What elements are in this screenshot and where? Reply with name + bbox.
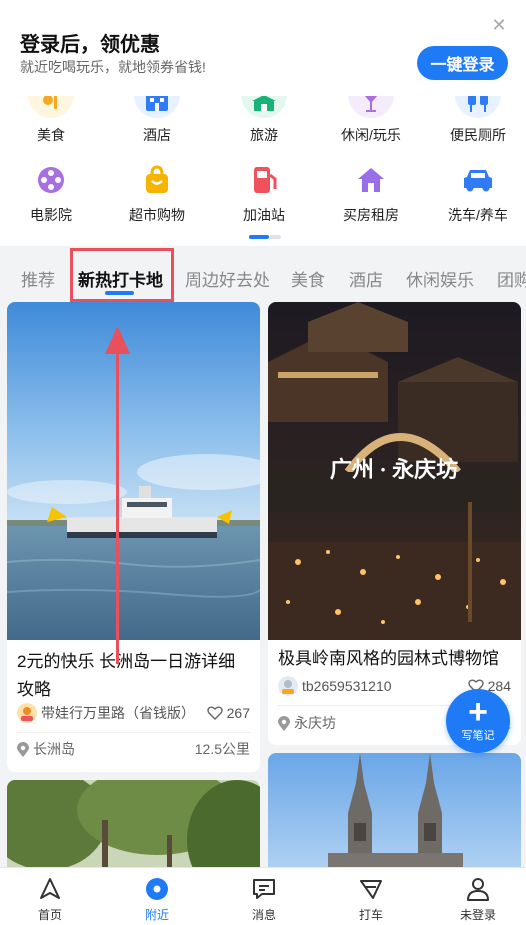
author-avatar bbox=[17, 703, 37, 723]
nav-profile[interactable]: 未登录 bbox=[438, 876, 518, 923]
nav-label: 未登录 bbox=[459, 908, 496, 922]
category-page-indicator bbox=[249, 235, 281, 239]
location-name: 长洲岛 bbox=[33, 741, 75, 757]
tab-hotel[interactable]: 酒店 bbox=[349, 266, 383, 291]
category-leisure[interactable]: 休闲/玩乐 bbox=[321, 96, 421, 145]
category-label: 电影院 bbox=[30, 207, 72, 223]
login-title: 登录后，领优惠 bbox=[20, 34, 160, 56]
one-click-login-button[interactable]: 一键登录 bbox=[417, 46, 508, 80]
category-food[interactable]: 美食 bbox=[1, 96, 101, 145]
toilet-icon bbox=[455, 96, 501, 118]
feed-card[interactable] bbox=[268, 753, 521, 883]
category-label: 酒店 bbox=[143, 127, 171, 143]
swipe-up-arrow bbox=[105, 326, 130, 664]
hotel-icon bbox=[134, 96, 180, 118]
card-location-row: 长洲岛 12.5公里 bbox=[17, 739, 250, 759]
feed-card[interactable]: 广州 · 永庆坊 极具岭南风格的园林式博物馆 tb2659531210 284 … bbox=[268, 302, 521, 745]
like-button[interactable]: 267 bbox=[206, 705, 250, 721]
home-icon bbox=[40, 878, 60, 899]
tab-recommend[interactable]: 推荐 bbox=[21, 266, 55, 291]
category-row-2: 电影院 超市购物 加油站 买房租房 洗车/养车 bbox=[0, 162, 526, 232]
author-name: 带娃行万里路（省钱版） bbox=[41, 705, 195, 721]
category-label: 洗车/养车 bbox=[448, 207, 508, 223]
plus-icon: + bbox=[468, 693, 488, 731]
tab-entertainment[interactable]: 休闲娱乐 bbox=[406, 266, 474, 291]
card-photo-cathedral bbox=[268, 753, 521, 883]
category-label: 加油站 bbox=[243, 207, 285, 223]
food-icon bbox=[28, 96, 74, 118]
category-car-wash[interactable]: 洗车/养车 bbox=[428, 162, 526, 225]
category-hotel[interactable]: 酒店 bbox=[107, 96, 207, 145]
image-caption: 广州 · 永庆坊 bbox=[330, 457, 458, 482]
like-count: 267 bbox=[226, 705, 250, 721]
car-icon bbox=[455, 162, 501, 198]
gas-station-icon bbox=[241, 162, 287, 198]
user-icon bbox=[467, 878, 489, 901]
page-indicator-inactive bbox=[269, 235, 281, 239]
category-housing[interactable]: 买房租房 bbox=[321, 162, 421, 225]
leisure-icon bbox=[348, 96, 394, 118]
bottom-nav: 首页 附近 消息 打车 未登录 bbox=[0, 867, 526, 925]
nav-messages[interactable]: 消息 bbox=[224, 876, 304, 923]
category-toilet[interactable]: 便民厕所 bbox=[428, 96, 526, 145]
category-row-1: 美食 酒店 旅游 休闲/玩乐 便民厕所 bbox=[0, 96, 526, 150]
category-shopping[interactable]: 超市购物 bbox=[107, 162, 207, 225]
tab-food[interactable]: 美食 bbox=[291, 266, 325, 291]
heart-icon bbox=[206, 706, 223, 720]
tab-nearby-places[interactable]: 周边好去处 bbox=[185, 266, 270, 291]
nav-nearby[interactable]: 附近 bbox=[117, 876, 197, 923]
card-title: 极具岭南风格的园林式博物馆 bbox=[278, 649, 499, 668]
location-pin-icon bbox=[278, 715, 290, 731]
nav-home[interactable]: 首页 bbox=[10, 876, 90, 923]
write-note-button[interactable]: + 写笔记 bbox=[446, 689, 510, 753]
taxi-icon bbox=[360, 880, 382, 899]
nav-label: 消息 bbox=[251, 908, 276, 922]
location-pin-icon bbox=[17, 741, 29, 757]
author-name: tb2659531210 bbox=[302, 678, 392, 694]
card-divider bbox=[17, 732, 250, 733]
tab-highlight-box bbox=[70, 248, 174, 302]
category-label: 买房租房 bbox=[343, 207, 399, 223]
nav-taxi[interactable]: 打车 bbox=[331, 876, 411, 923]
category-label: 超市购物 bbox=[129, 207, 185, 223]
nav-label: 首页 bbox=[37, 908, 62, 922]
shopping-bag-icon bbox=[134, 162, 180, 198]
page-indicator-active bbox=[249, 235, 269, 239]
category-cinema[interactable]: 电影院 bbox=[1, 162, 101, 225]
house-icon bbox=[348, 162, 394, 198]
message-icon bbox=[253, 879, 275, 899]
film-icon bbox=[28, 162, 74, 198]
distance: 12.5公里 bbox=[194, 741, 250, 757]
card-author-row: 带娃行万里路（省钱版） 267 bbox=[17, 703, 250, 723]
author-avatar bbox=[278, 676, 298, 696]
category-label: 休闲/玩乐 bbox=[341, 127, 401, 143]
card-photo-yongqingfang: 广州 · 永庆坊 bbox=[268, 302, 521, 640]
tab-group-buy[interactable]: 团购 bbox=[497, 266, 526, 291]
category-label: 旅游 bbox=[250, 127, 278, 143]
travel-icon bbox=[241, 96, 287, 118]
nearby-icon bbox=[146, 878, 168, 900]
category-grid: 美食 酒店 旅游 休闲/玩乐 便民厕所 电影院 超市购物 加油站 买房租房 洗车… bbox=[0, 96, 526, 246]
nav-label: 打车 bbox=[358, 908, 383, 922]
nav-label: 附近 bbox=[144, 908, 169, 922]
login-subtitle: 就近吃喝玩乐，就地领券省钱! bbox=[20, 59, 206, 75]
category-label: 便民厕所 bbox=[450, 127, 506, 143]
close-icon[interactable]: ✕ bbox=[490, 16, 508, 34]
write-note-label: 写笔记 bbox=[461, 730, 495, 742]
category-gas-station[interactable]: 加油站 bbox=[214, 162, 314, 225]
category-travel[interactable]: 旅游 bbox=[214, 96, 314, 145]
category-label: 美食 bbox=[37, 127, 65, 143]
login-banner: 登录后，领优惠 就近吃喝玩乐，就地领券省钱! 一键登录 ✕ bbox=[0, 0, 526, 96]
